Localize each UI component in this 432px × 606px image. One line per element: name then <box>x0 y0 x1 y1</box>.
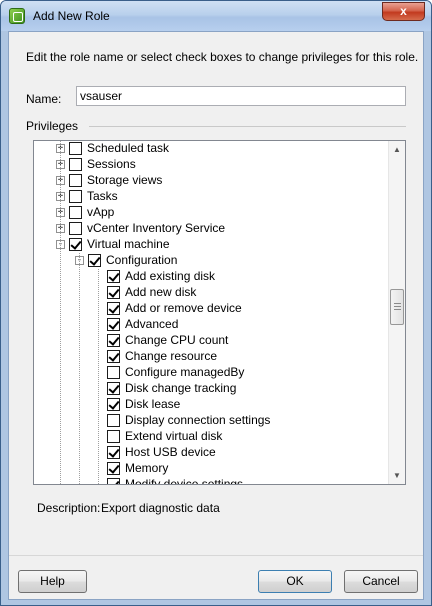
privilege-checkbox[interactable] <box>107 333 120 347</box>
scroll-thumb[interactable] <box>390 289 404 325</box>
description-value: Export diagnostic data <box>101 501 220 515</box>
privilege-checkbox[interactable] <box>69 221 82 235</box>
privilege-checkbox[interactable] <box>107 317 120 331</box>
privilege-label: Extend virtual disk <box>125 429 223 443</box>
privilege-label: Tasks <box>87 189 118 203</box>
role-name-input[interactable] <box>76 86 406 106</box>
privilege-checkbox[interactable] <box>107 445 120 459</box>
tree-connector-line <box>98 269 99 484</box>
privilege-label: Advanced <box>125 317 179 331</box>
privileges-tree-content: + Scheduled task + Sessions + Storage views + T… <box>34 141 389 484</box>
privilege-checkbox[interactable] <box>107 381 120 395</box>
app-icon <box>9 8 25 24</box>
tree-item[interactable]: Disk lease <box>107 396 180 412</box>
ok-button[interactable]: OK <box>258 570 332 593</box>
privilege-checkbox[interactable] <box>69 141 82 155</box>
tree-item[interactable]: + Scheduled task <box>56 141 169 156</box>
privilege-checkbox[interactable] <box>69 205 82 219</box>
tree-item[interactable]: Configure managedBy <box>107 364 244 380</box>
privilege-label: Change CPU count <box>125 333 229 347</box>
tree-item[interactable]: Memory <box>107 460 168 476</box>
dialog-body: Edit the role name or select check boxes… <box>8 31 424 600</box>
cancel-button[interactable]: Cancel <box>344 570 418 593</box>
tree-item[interactable]: - Configuration <box>75 252 177 268</box>
privilege-checkbox[interactable] <box>107 365 120 379</box>
privilege-label: Storage views <box>87 173 163 187</box>
privilege-label: Change resource <box>125 349 218 363</box>
privilege-label: Display connection settings <box>125 413 271 427</box>
scroll-up-arrow-icon[interactable]: ▲ <box>389 141 405 158</box>
tree-connector-line <box>60 141 61 484</box>
privileges-label: Privileges <box>26 119 79 133</box>
privilege-checkbox[interactable] <box>107 413 120 427</box>
privilege-checkbox[interactable] <box>69 173 82 187</box>
privilege-checkbox[interactable] <box>69 157 82 171</box>
privilege-checkbox[interactable] <box>107 349 120 363</box>
instructions-text: Edit the role name or select check boxes… <box>26 50 419 64</box>
privilege-checkbox[interactable] <box>69 189 82 203</box>
tree-item[interactable]: Add or remove device <box>107 300 242 316</box>
privilege-label: Add or remove device <box>125 301 242 315</box>
tree-item[interactable]: Change CPU count <box>107 332 228 348</box>
grip-icon <box>394 303 401 311</box>
privilege-checkbox[interactable] <box>69 237 82 251</box>
privilege-label: Add existing disk <box>125 269 216 283</box>
tree-item[interactable]: Change resource <box>107 348 217 364</box>
tree-item[interactable]: - Virtual machine <box>56 236 170 252</box>
privilege-label: Virtual machine <box>87 237 170 251</box>
privilege-checkbox[interactable] <box>88 253 101 267</box>
title-bar[interactable]: Add New Role x <box>1 1 431 31</box>
privilege-label: vCenter Inventory Service <box>87 221 226 235</box>
privilege-label: Add new disk <box>125 285 197 299</box>
privilege-label: Memory <box>125 461 169 475</box>
privilege-checkbox[interactable] <box>107 301 120 315</box>
tree-item[interactable]: Modify device settings <box>107 476 243 484</box>
tree-item[interactable]: + vCenter Inventory Service <box>56 220 225 236</box>
tree-item[interactable]: Extend virtual disk <box>107 428 222 444</box>
privilege-checkbox[interactable] <box>107 285 120 299</box>
tree-item[interactable]: Host USB device <box>107 444 216 460</box>
tree-scrollbar[interactable]: ▲ ▼ <box>388 141 405 484</box>
add-new-role-dialog: Add New Role x Edit the role name or sel… <box>0 0 432 606</box>
tree-item[interactable]: Add existing disk <box>107 268 215 284</box>
button-divider <box>9 555 423 556</box>
privilege-checkbox[interactable] <box>107 461 120 475</box>
privilege-label: Configure managedBy <box>125 365 245 379</box>
privileges-divider <box>89 126 406 127</box>
help-button[interactable]: Help <box>18 570 87 593</box>
scroll-down-arrow-icon[interactable]: ▼ <box>389 467 405 484</box>
window-title: Add New Role <box>33 9 110 23</box>
privilege-label: Disk lease <box>125 397 181 411</box>
tree-item[interactable]: + Storage views <box>56 172 162 188</box>
tree-connector-line <box>79 253 80 484</box>
name-label: Name: <box>26 92 62 106</box>
tree-item[interactable]: Add new disk <box>107 284 196 300</box>
privilege-checkbox[interactable] <box>107 429 120 443</box>
tree-item[interactable]: + vApp <box>56 204 114 220</box>
privilege-checkbox[interactable] <box>107 477 120 484</box>
tree-item[interactable]: Display connection settings <box>107 412 270 428</box>
privilege-label: Scheduled task <box>87 141 170 155</box>
privilege-label: Disk change tracking <box>125 381 237 395</box>
privilege-label: vApp <box>87 205 115 219</box>
privilege-label: Host USB device <box>125 445 216 459</box>
privilege-checkbox[interactable] <box>107 269 120 283</box>
privilege-label: Sessions <box>87 157 136 171</box>
tree-item[interactable]: + Sessions <box>56 156 136 172</box>
tree-item[interactable]: + Tasks <box>56 188 118 204</box>
tree-item[interactable]: Advanced <box>107 316 178 332</box>
description-label: Description: <box>37 501 101 515</box>
privilege-label: Configuration <box>106 253 178 267</box>
privilege-label: Modify device settings <box>125 477 244 484</box>
tree-item[interactable]: Disk change tracking <box>107 380 236 396</box>
privilege-checkbox[interactable] <box>107 397 120 411</box>
close-button[interactable]: x <box>382 2 425 21</box>
privileges-tree[interactable]: + Scheduled task + Sessions + Storage views + T… <box>33 140 406 485</box>
